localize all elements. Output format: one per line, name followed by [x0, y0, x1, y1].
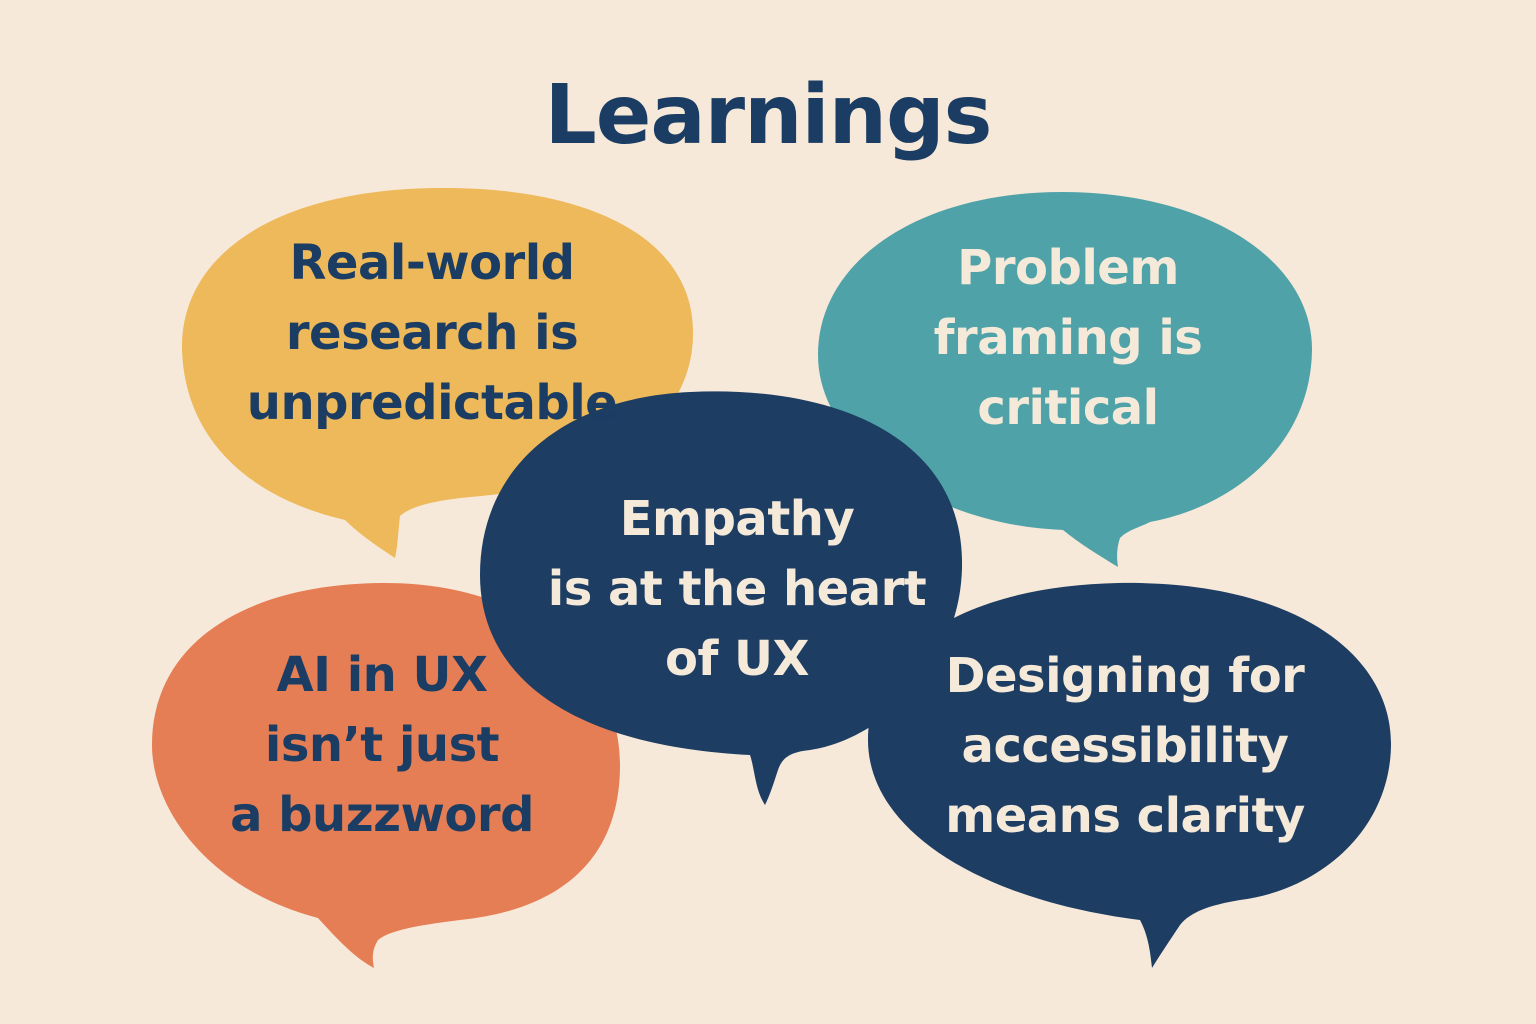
bubble-text-research: Real-world research is unpredictable — [212, 228, 652, 438]
bubble-line: framing is — [933, 310, 1203, 366]
bubble-line: isn’t just — [264, 717, 500, 773]
bubble-line: accessibility — [961, 718, 1289, 774]
bubble-line: means clarity — [945, 788, 1305, 844]
bubble-line: research is — [285, 305, 579, 361]
bubble-line: Empathy — [619, 491, 855, 547]
bubble-line: Problem — [957, 240, 1179, 296]
bubble-line: a buzzword — [230, 787, 534, 843]
bubble-line: is at the heart — [547, 561, 927, 617]
bubble-line: Designing for — [945, 648, 1305, 704]
bubble-text-framing: Problem framing is critical — [848, 233, 1288, 443]
learnings-canvas: Learnings Real-world research is unpredi… — [0, 0, 1536, 1024]
bubble-line: critical — [977, 380, 1159, 436]
bubble-line: Real-world — [289, 235, 575, 291]
bubble-line: unpredictable — [246, 375, 618, 431]
bubble-text-accessibility: Designing for accessibility means clarit… — [905, 641, 1345, 851]
